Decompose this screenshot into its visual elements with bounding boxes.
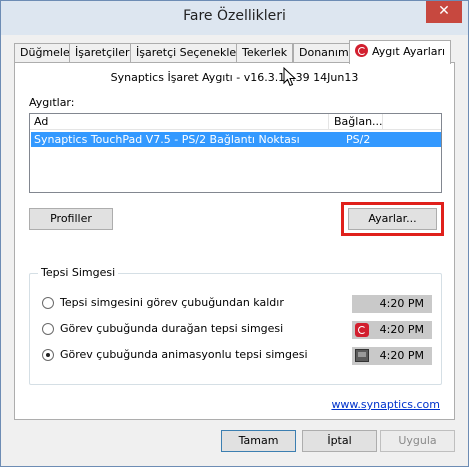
- tab-label: Aygıt Ayarları: [372, 45, 446, 58]
- mouse-properties-window: Fare Özellikleri ✕ Düğmeler İşaretçiler …: [0, 0, 469, 467]
- tab-label: İşaretçi Seçenekleri: [136, 46, 244, 59]
- preview-time: 4:20 PM: [379, 349, 424, 362]
- apply-button[interactable]: Uygula: [380, 430, 455, 452]
- radio-label: Tepsi simgesini görev çubuğundan kaldır: [60, 296, 284, 309]
- preview-time: 4:20 PM: [379, 323, 424, 336]
- device-driver-info: Synaptics İşaret Aygıtı - v16.3.12.39 14…: [110, 71, 359, 84]
- tab-device-settings[interactable]: Aygıt Ayarları: [349, 40, 452, 64]
- window-title: Fare Özellikleri: [183, 8, 286, 24]
- tab-label: Donanım: [299, 46, 349, 59]
- radio-button-checked[interactable]: [42, 349, 54, 361]
- settings-highlight-box: [341, 202, 444, 236]
- dialog-client-area: Düğmeler İşaretçiler İşaretçi Seçenekler…: [8, 35, 461, 461]
- preview-time: 4:20 PM: [379, 297, 424, 310]
- tray-preview-static: 4:20 PM: [352, 321, 432, 339]
- device-row[interactable]: Synaptics TouchPad V7.5 - PS/2 Bağlantı …: [31, 132, 441, 147]
- devices-list-header: Ad Bağlan...: [30, 114, 441, 130]
- radio-label: Görev çubuğunda durağan tepsi simgesi: [60, 322, 284, 335]
- tray-preview-none: 4:20 PM: [352, 295, 432, 313]
- tray-icon-group: Tepsi Simgesi Tepsi simgesini görev çubu…: [29, 266, 442, 385]
- column-header-name[interactable]: Ad: [34, 115, 48, 128]
- tab-pointers[interactable]: İşaretçiler: [69, 43, 136, 63]
- synaptics-icon: [355, 44, 368, 57]
- tray-icon-group-title: Tepsi Simgesi: [38, 266, 119, 279]
- radio-button[interactable]: [42, 297, 54, 309]
- cancel-button[interactable]: İptal: [302, 430, 377, 452]
- mouse-cursor-icon: [283, 67, 297, 87]
- radio-label: Görev çubuğunda animasyonlu tepsi simges…: [60, 348, 308, 361]
- tab-hardware[interactable]: Donanım: [293, 43, 355, 63]
- device-name: Synaptics TouchPad V7.5 - PS/2 Bağlantı …: [34, 133, 300, 146]
- column-divider[interactable]: [382, 114, 383, 130]
- tab-label: Düğmeler: [20, 46, 75, 59]
- devices-label: Aygıtlar:: [29, 96, 75, 109]
- tab-wheel[interactable]: Tekerlek: [236, 43, 294, 63]
- tab-pointer-options[interactable]: İşaretçi Seçenekleri: [130, 43, 250, 63]
- devices-list[interactable]: Ad Bağlan... Synaptics TouchPad V7.5 - P…: [29, 113, 442, 193]
- profiles-button[interactable]: Profiller: [29, 208, 113, 230]
- column-header-connection[interactable]: Bağlan...: [334, 115, 383, 128]
- title-bar[interactable]: Fare Özellikleri ✕: [1, 1, 468, 35]
- tab-label: İşaretçiler: [75, 46, 130, 59]
- synaptics-animated-icon: [355, 349, 369, 362]
- synaptics-website-link[interactable]: www.synaptics.com: [331, 398, 440, 411]
- column-divider[interactable]: [328, 114, 329, 130]
- device-settings-panel: Synaptics İşaret Aygıtı - v16.3.12.39 14…: [14, 62, 455, 420]
- close-icon: ✕: [438, 3, 450, 19]
- radio-button[interactable]: [42, 323, 54, 335]
- tray-preview-animated: 4:20 PM: [352, 347, 432, 365]
- device-connection: PS/2: [346, 133, 371, 146]
- tab-label: Tekerlek: [242, 46, 288, 59]
- close-button[interactable]: ✕: [426, 1, 462, 23]
- synaptics-static-icon: [355, 323, 369, 337]
- ok-button[interactable]: Tamam: [221, 430, 296, 452]
